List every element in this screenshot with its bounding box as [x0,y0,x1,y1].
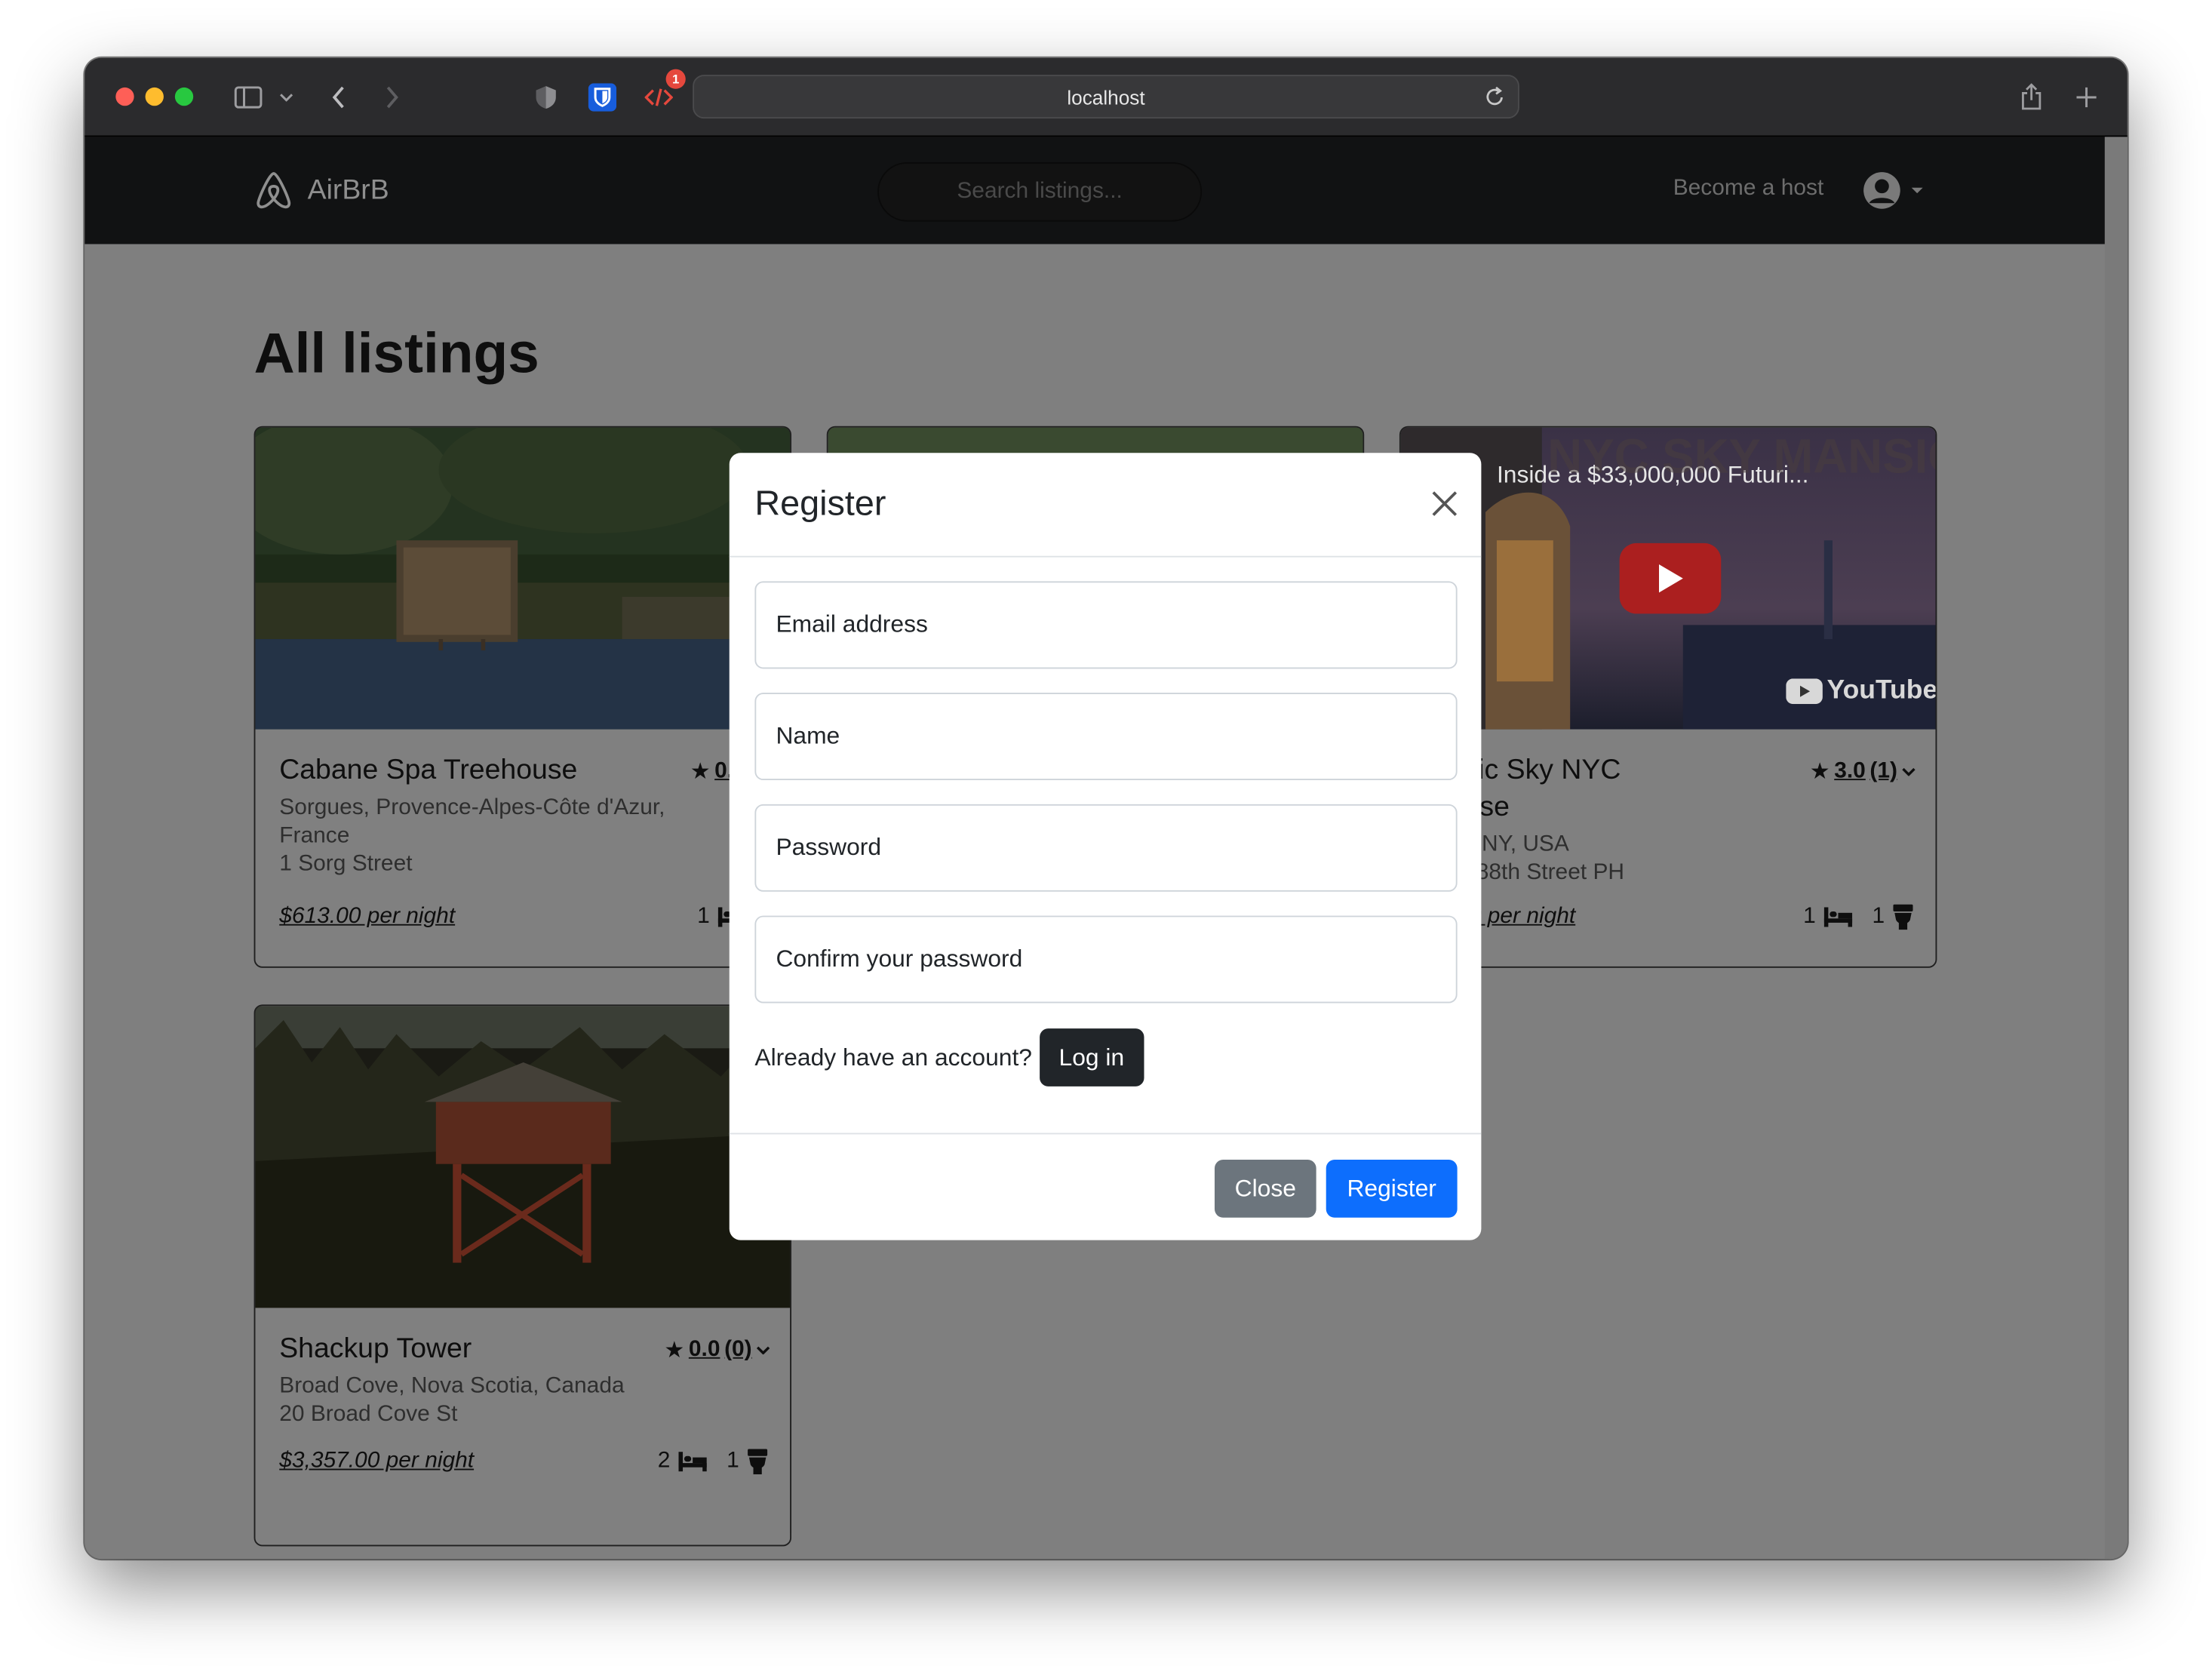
share-icon[interactable] [2016,78,2047,117]
listing-rating[interactable]: ★ 3.0 (1) [1810,758,1916,785]
bed-icon [1823,907,1853,927]
rating-value: 0.0 [688,1337,720,1362]
review-count: (1) [1869,759,1898,783]
address-line: Broad Cove, Nova Scotia, Canada [279,1374,625,1399]
register-modal: Register Already have an account? Log in… [729,453,1482,1240]
privacy-shield-icon[interactable] [532,78,560,117]
listing-details: Shackup Tower ★ 0.0 (0) Broad Cove, Nova… [279,1330,770,1429]
modal-title: Register [754,484,886,524]
confirm-password-field[interactable] [754,915,1458,1004]
listing-details: Cabane Spa Treehouse ★ 0.0 (0 Sorgues, P… [279,752,770,879]
listing-card[interactable]: Cabane Spa Treehouse ★ 0.0 (0 Sorgues, P… [253,426,792,968]
modal-header: Register [729,453,1482,558]
address-line: Sorgues, Provence-Alpes-Côte d'Azur, [279,795,665,820]
address-line: 1 Sorg Street [279,852,413,877]
chevron-down-icon [1902,767,1916,776]
listing-price[interactable]: $3,357.00 per night [279,1449,474,1474]
chevron-down-icon [1911,187,1923,194]
bed-count: 1 [697,904,710,929]
new-tab-icon[interactable] [2071,78,2102,117]
browser-window: 1 localhost AirBrB Search listings... Be… [84,57,2128,1560]
become-host-link[interactable]: Become a host [1673,177,1824,202]
login-button[interactable]: Log in [1039,1028,1144,1086]
sidebar-icon[interactable] [232,78,266,117]
login-prompt: Already have an account? Log in [754,1028,1144,1086]
chevron-down-icon [756,1346,770,1355]
toilet-icon [1893,904,1913,930]
bitwarden-icon[interactable] [587,78,618,117]
address-line: East 88th Street PH [1424,860,1625,885]
star-icon: ★ [690,760,711,785]
address-line: France [279,824,350,848]
url-text: localhost [1067,85,1145,109]
address-bar[interactable]: localhost [693,75,1519,119]
bath-count: 1 [1872,904,1885,929]
modal-footer: Close Register [729,1133,1482,1240]
address-line: York, NY, USA [1424,832,1569,857]
brand[interactable]: AirBrB [254,169,389,211]
toilet-icon [748,1449,768,1475]
page-content: AirBrB Search listings... Become a host … [84,137,2128,1560]
video-overlay-text: NYC SKY MANSION [1547,430,1935,484]
review-count: (0) [724,1337,752,1362]
close-button[interactable]: Close [1214,1160,1316,1218]
reload-icon[interactable] [1485,85,1505,112]
search-placeholder: Search listings... [957,179,1123,204]
star-icon: ★ [664,1339,685,1363]
listing-address: York, NY, USA East 88th Street PH [1425,831,1916,887]
listing-price[interactable]: $613.00 per night [279,905,455,930]
brand-name: AirBrB [307,174,389,206]
listing-thumbnail[interactable] [255,1006,791,1308]
bed-count: 2 [657,1449,671,1474]
youtube-wordmark: YouTube [1826,675,1937,705]
zoom-window-button[interactable] [174,87,194,106]
star-icon: ★ [1809,760,1830,785]
password-field[interactable] [754,804,1458,892]
listing-amenities: 2 1 [657,1449,768,1475]
listing-rating[interactable]: ★ 0.0 (0) [664,1336,770,1364]
email-field[interactable] [754,581,1458,669]
page-title: All listings [253,323,539,386]
chevron-down-icon[interactable] [277,78,296,117]
user-menu[interactable] [1862,171,1924,210]
youtube-logo[interactable]: YouTube [1786,675,1937,707]
listing-address: Broad Cove, Nova Scotia, Canada 20 Broad… [279,1372,770,1429]
navbar: AirBrB Search listings... Become a host [84,137,2105,244]
search-input[interactable]: Search listings... [877,162,1203,222]
airbnb-logo-icon [257,172,291,209]
youtube-icon [1786,678,1823,705]
minimize-window-button[interactable] [145,87,164,106]
account-prompt-text: Already have an account? [754,1043,1033,1071]
name-field[interactable] [754,693,1458,781]
listing-card[interactable]: Shackup Tower ★ 0.0 (0) Broad Cove, Nova… [253,1004,792,1547]
title-line: thouse [1425,788,1916,825]
listing-amenities: 1 1 [1803,904,1913,930]
scrollbar[interactable] [2104,137,2128,1560]
back-icon[interactable] [324,78,352,117]
rating-value: 3.0 [1834,759,1866,783]
listing-address: Sorgues, Provence-Alpes-Côte d'Azur, Fra… [279,795,770,879]
user-avatar-icon [1863,172,1900,209]
bed-count: 1 [1803,904,1816,929]
bath-count: 1 [727,1449,739,1474]
bed-icon [678,1452,707,1472]
address-line: 20 Broad Cove St [279,1402,458,1427]
play-icon[interactable] [1619,542,1722,614]
listing-thumbnail[interactable] [255,427,791,730]
register-button[interactable]: Register [1326,1160,1458,1218]
forward-icon[interactable] [378,78,406,117]
close-window-button[interactable] [115,87,134,106]
listing-details: uristic Sky NYC thouse ★ 3.0 (1) York, N… [1425,752,1916,888]
extension-badge: 1 [665,69,686,89]
close-icon[interactable] [1427,487,1461,521]
browser-toolbar: 1 localhost [84,57,2128,137]
